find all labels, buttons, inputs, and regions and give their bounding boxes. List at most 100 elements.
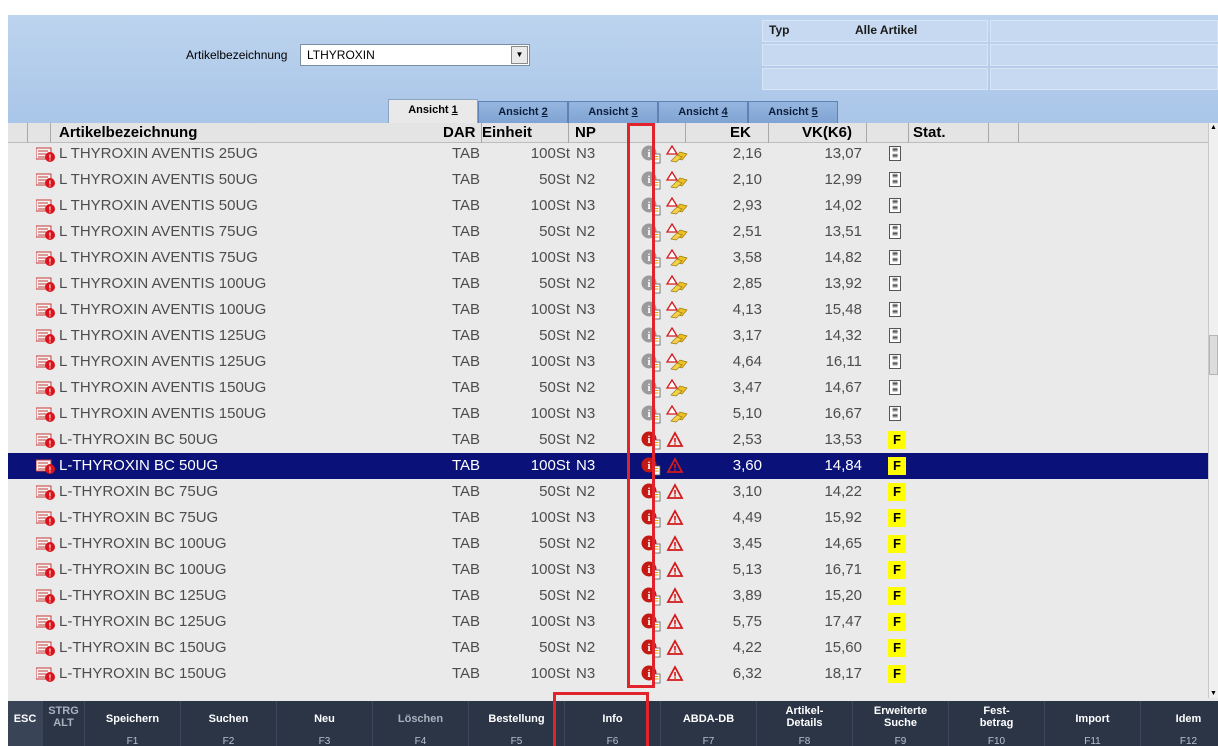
table-row[interactable]: ! L THYROXIN AVENTIS 125UG TAB 50St N2 3,17 14… (8, 323, 1208, 349)
cell-np: N3 (576, 353, 596, 370)
warning-icon[interactable] (666, 639, 688, 657)
info-icon[interactable]: i (641, 404, 661, 424)
table-row[interactable]: ! L-THYROXIN BC 150UG TAB 50St N2 4,22 15,60 i F (8, 635, 1208, 661)
fkey-artikel-details-button[interactable]: Artikel- Details F8 (756, 701, 852, 746)
info-icon[interactable]: i (641, 482, 661, 502)
table-row[interactable]: ! L-THYROXIN BC 50UG TAB 50St N2 2,53 13,53 i F (8, 427, 1208, 453)
warning-icon[interactable] (666, 431, 688, 449)
table-row[interactable]: ! L THYROXIN AVENTIS 125UG TAB 100St N3 4,64 1… (8, 349, 1208, 375)
table-row[interactable]: ! L THYROXIN AVENTIS 50UG TAB 100St N3 2,93 14… (8, 193, 1208, 219)
fkey-erweiterte-suche-button[interactable]: Erweiterte Suche F9 (852, 701, 948, 746)
warning-icon[interactable] (665, 300, 688, 319)
table-row[interactable]: ! L THYROXIN AVENTIS 25UG TAB 100St N3 2,16 13… (8, 141, 1208, 167)
info-icon[interactable]: i (641, 326, 661, 346)
table-row[interactable]: ! L-THYROXIN BC 125UG TAB 100St N3 5,75 17,47 i… (8, 609, 1208, 635)
warning-icon[interactable] (666, 535, 688, 553)
table-row[interactable]: ! L THYROXIN AVENTIS 100UG TAB 100St N3 4,13 1… (8, 297, 1208, 323)
warning-icon[interactable] (666, 613, 688, 631)
info-icon[interactable]: i (641, 300, 661, 320)
svg-text:!: ! (49, 258, 52, 267)
scroll-up-icon[interactable]: ▲ (1209, 123, 1218, 132)
table-row[interactable]: ! L THYROXIN AVENTIS 75UG TAB 100St N3 3,58 14… (8, 245, 1208, 271)
table-row[interactable]: ! L THYROXIN AVENTIS 50UG TAB 50St N2 2,10 12,… (8, 167, 1208, 193)
info-icon[interactable]: i (641, 222, 661, 242)
warning-icon[interactable] (665, 248, 688, 267)
fkey-bestellung-button[interactable]: Bestellung F5 (468, 701, 564, 746)
warning-icon[interactable] (666, 561, 688, 579)
fkey-speichern-button[interactable]: Speichern F1 (84, 701, 180, 746)
scroll-down-icon[interactable]: ▼ (1209, 689, 1218, 698)
warning-icon[interactable] (665, 378, 688, 397)
fkey-strg-alt-button[interactable]: STRG ALT (42, 701, 84, 746)
warning-icon[interactable] (666, 457, 688, 475)
table-row[interactable]: ! L-THYROXIN BC 100UG TAB 50St N2 3,45 14,65 i F (8, 531, 1208, 557)
info-icon[interactable]: i (641, 144, 661, 164)
svg-text:!: ! (49, 154, 52, 163)
table-row[interactable]: ! L-THYROXIN BC 150UG TAB 100St N3 6,32 18,17 i… (8, 661, 1208, 687)
col-header-ek[interactable]: EK (730, 124, 751, 141)
warning-icon[interactable] (666, 587, 688, 605)
info-icon[interactable]: i (641, 352, 661, 372)
info-icon[interactable]: i (641, 430, 661, 450)
info-icon[interactable]: i (641, 378, 661, 398)
info-icon[interactable]: i (641, 274, 661, 294)
info-icon[interactable]: i (641, 560, 661, 580)
warning-icon[interactable] (665, 170, 688, 189)
table-row[interactable]: ! L THYROXIN AVENTIS 150UG TAB 100St N3 5,10 1… (8, 401, 1208, 427)
info-icon[interactable]: i (641, 612, 661, 632)
fkey-import-button[interactable]: Import F11 (1044, 701, 1140, 746)
warning-icon[interactable] (666, 509, 688, 527)
cell-einheit: 100St (530, 405, 570, 422)
fkey-esc-button[interactable]: ESC (8, 701, 42, 746)
col-header-np[interactable]: NP (575, 124, 596, 141)
col-header-vk[interactable]: VK(K6) (802, 124, 852, 141)
table-row[interactable]: ! L-THYROXIN BC 75UG TAB 100St N3 4,49 15,92 i F (8, 505, 1208, 531)
warning-icon[interactable] (666, 483, 688, 501)
table-row[interactable]: ! L-THYROXIN BC 100UG TAB 100St N3 5,13 16,71 i… (8, 557, 1208, 583)
warning-icon[interactable] (665, 222, 688, 241)
col-header-dar[interactable]: DAR (443, 124, 476, 141)
warning-icon[interactable] (665, 404, 688, 423)
table-row[interactable]: ! L THYROXIN AVENTIS 75UG TAB 50St N2 2,51 13,… (8, 219, 1208, 245)
fkey-abda-db-button[interactable]: ABDA-DB F7 (660, 701, 756, 746)
tab-ansicht-2[interactable]: Ansicht 2 (478, 101, 568, 123)
info-icon[interactable]: i (641, 534, 661, 554)
fkey-fest-betrag-button[interactable]: Fest-betrag F10 (948, 701, 1044, 746)
fkey-neu-button[interactable]: Neu F3 (276, 701, 372, 746)
table-row[interactable]: ! L THYROXIN AVENTIS 100UG TAB 50St N2 2,85 13… (8, 271, 1208, 297)
warning-icon[interactable] (665, 274, 688, 293)
table-row[interactable]: ! L-THYROXIN BC 125UG TAB 50St N2 3,89 15,20 i F (8, 583, 1208, 609)
warning-icon[interactable] (665, 326, 688, 345)
col-header-name[interactable]: Artikelbezeichnung (59, 124, 197, 141)
fkey-idem-button[interactable]: Idem F12 (1140, 701, 1218, 746)
table-row[interactable]: ! L-THYROXIN BC 75UG TAB 50St N2 3,10 14,22 i F (8, 479, 1208, 505)
tab-ansicht-3[interactable]: Ansicht 3 (568, 101, 658, 123)
table-row-selected[interactable]: ! L-THYROXIN BC 50UG TAB 100St N3 3,60 14,84 i F (8, 453, 1208, 479)
info-icon[interactable]: i (641, 586, 661, 606)
col-header-einheit[interactable]: Einheit (482, 124, 532, 141)
warning-icon[interactable] (665, 196, 688, 215)
info-icon[interactable]: i (641, 248, 661, 268)
fkey-löschen-button[interactable]: Löschen F4 (372, 701, 468, 746)
scroll-thumb[interactable] (1209, 335, 1218, 375)
type-value[interactable]: Alle Artikel (855, 23, 917, 37)
info-icon[interactable]: i (641, 638, 661, 658)
chevron-down-icon[interactable]: ▼ (511, 46, 528, 64)
article-name-combobox[interactable]: LTHYROXIN ▼ (300, 44, 530, 66)
info-icon[interactable]: i (641, 170, 661, 190)
warning-icon[interactable] (666, 665, 688, 683)
fkey-info-button[interactable]: Info F6 (564, 701, 660, 746)
info-icon[interactable]: i (641, 196, 661, 216)
col-header-stat[interactable]: Stat. (913, 124, 946, 141)
info-icon[interactable]: i (641, 456, 661, 476)
fkey-suchen-button[interactable]: Suchen F2 (180, 701, 276, 746)
info-icon[interactable]: i (641, 664, 661, 684)
warning-icon[interactable] (665, 144, 688, 163)
tab-ansicht-5[interactable]: Ansicht 5 (748, 101, 838, 123)
tab-ansicht-1[interactable]: Ansicht 1 (388, 99, 478, 123)
tab-ansicht-4[interactable]: Ansicht 4 (658, 101, 748, 123)
warning-icon[interactable] (665, 352, 688, 371)
vertical-scrollbar[interactable]: ▲ ▼ (1208, 123, 1218, 698)
table-row[interactable]: ! L THYROXIN AVENTIS 150UG TAB 50St N2 3,47 14… (8, 375, 1208, 401)
info-icon[interactable]: i (641, 508, 661, 528)
